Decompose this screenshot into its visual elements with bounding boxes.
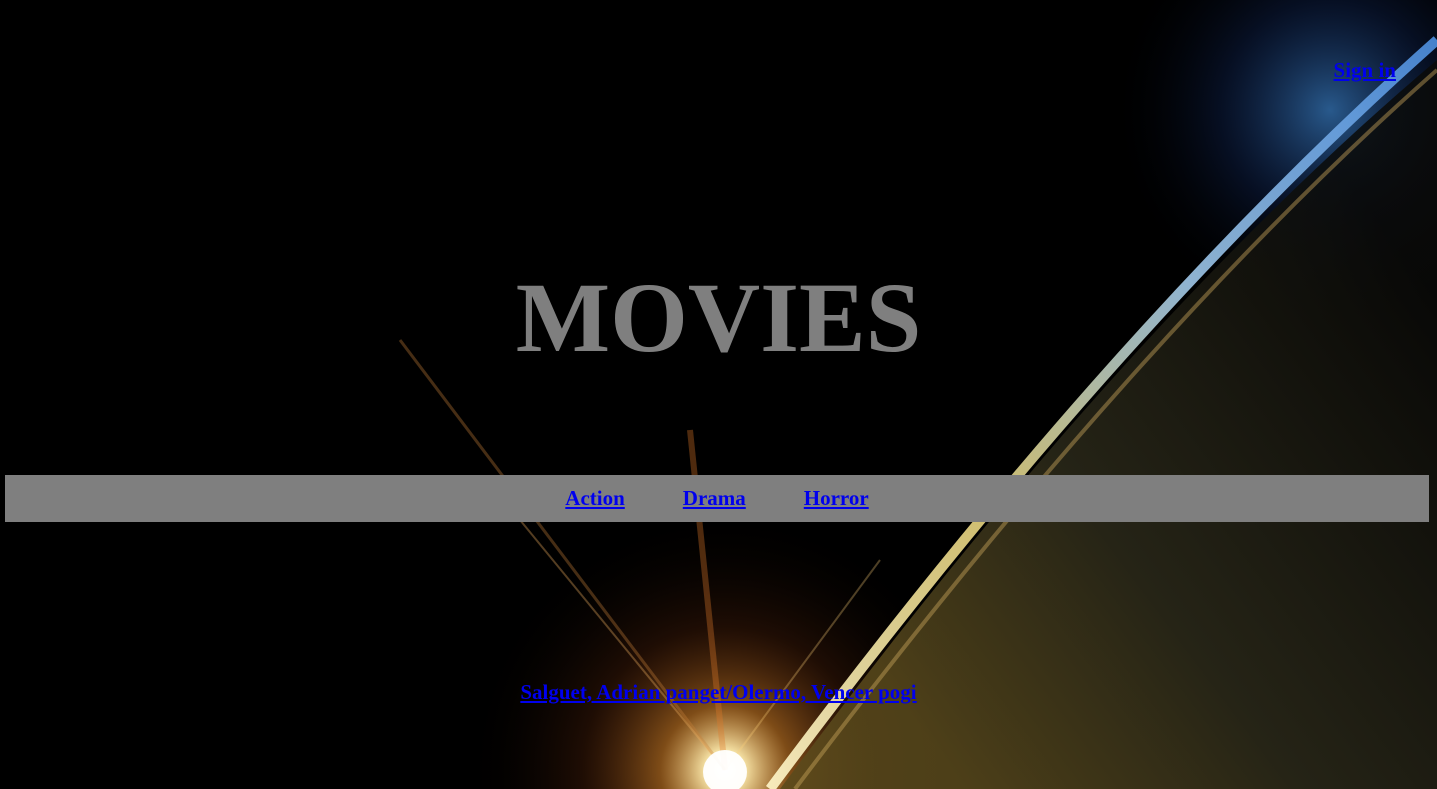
space-background-image bbox=[0, 0, 1437, 789]
page: Sign in MOVIES Action Drama Horror Salgu… bbox=[0, 0, 1437, 789]
footer: Salguet, Adrian panget/Olermo, Vencer po… bbox=[0, 680, 1437, 705]
page-title: MOVIES bbox=[515, 262, 922, 373]
nav-link-horror[interactable]: Horror bbox=[804, 486, 869, 511]
nav-link-action[interactable]: Action bbox=[565, 486, 625, 511]
sign-in-link[interactable]: Sign in bbox=[1334, 58, 1396, 83]
nav-link-drama[interactable]: Drama bbox=[683, 486, 746, 511]
genre-nav-bar: Action Drama Horror bbox=[5, 475, 1429, 522]
credits-link[interactable]: Salguet, Adrian panget/Olermo, Vencer po… bbox=[520, 680, 916, 704]
